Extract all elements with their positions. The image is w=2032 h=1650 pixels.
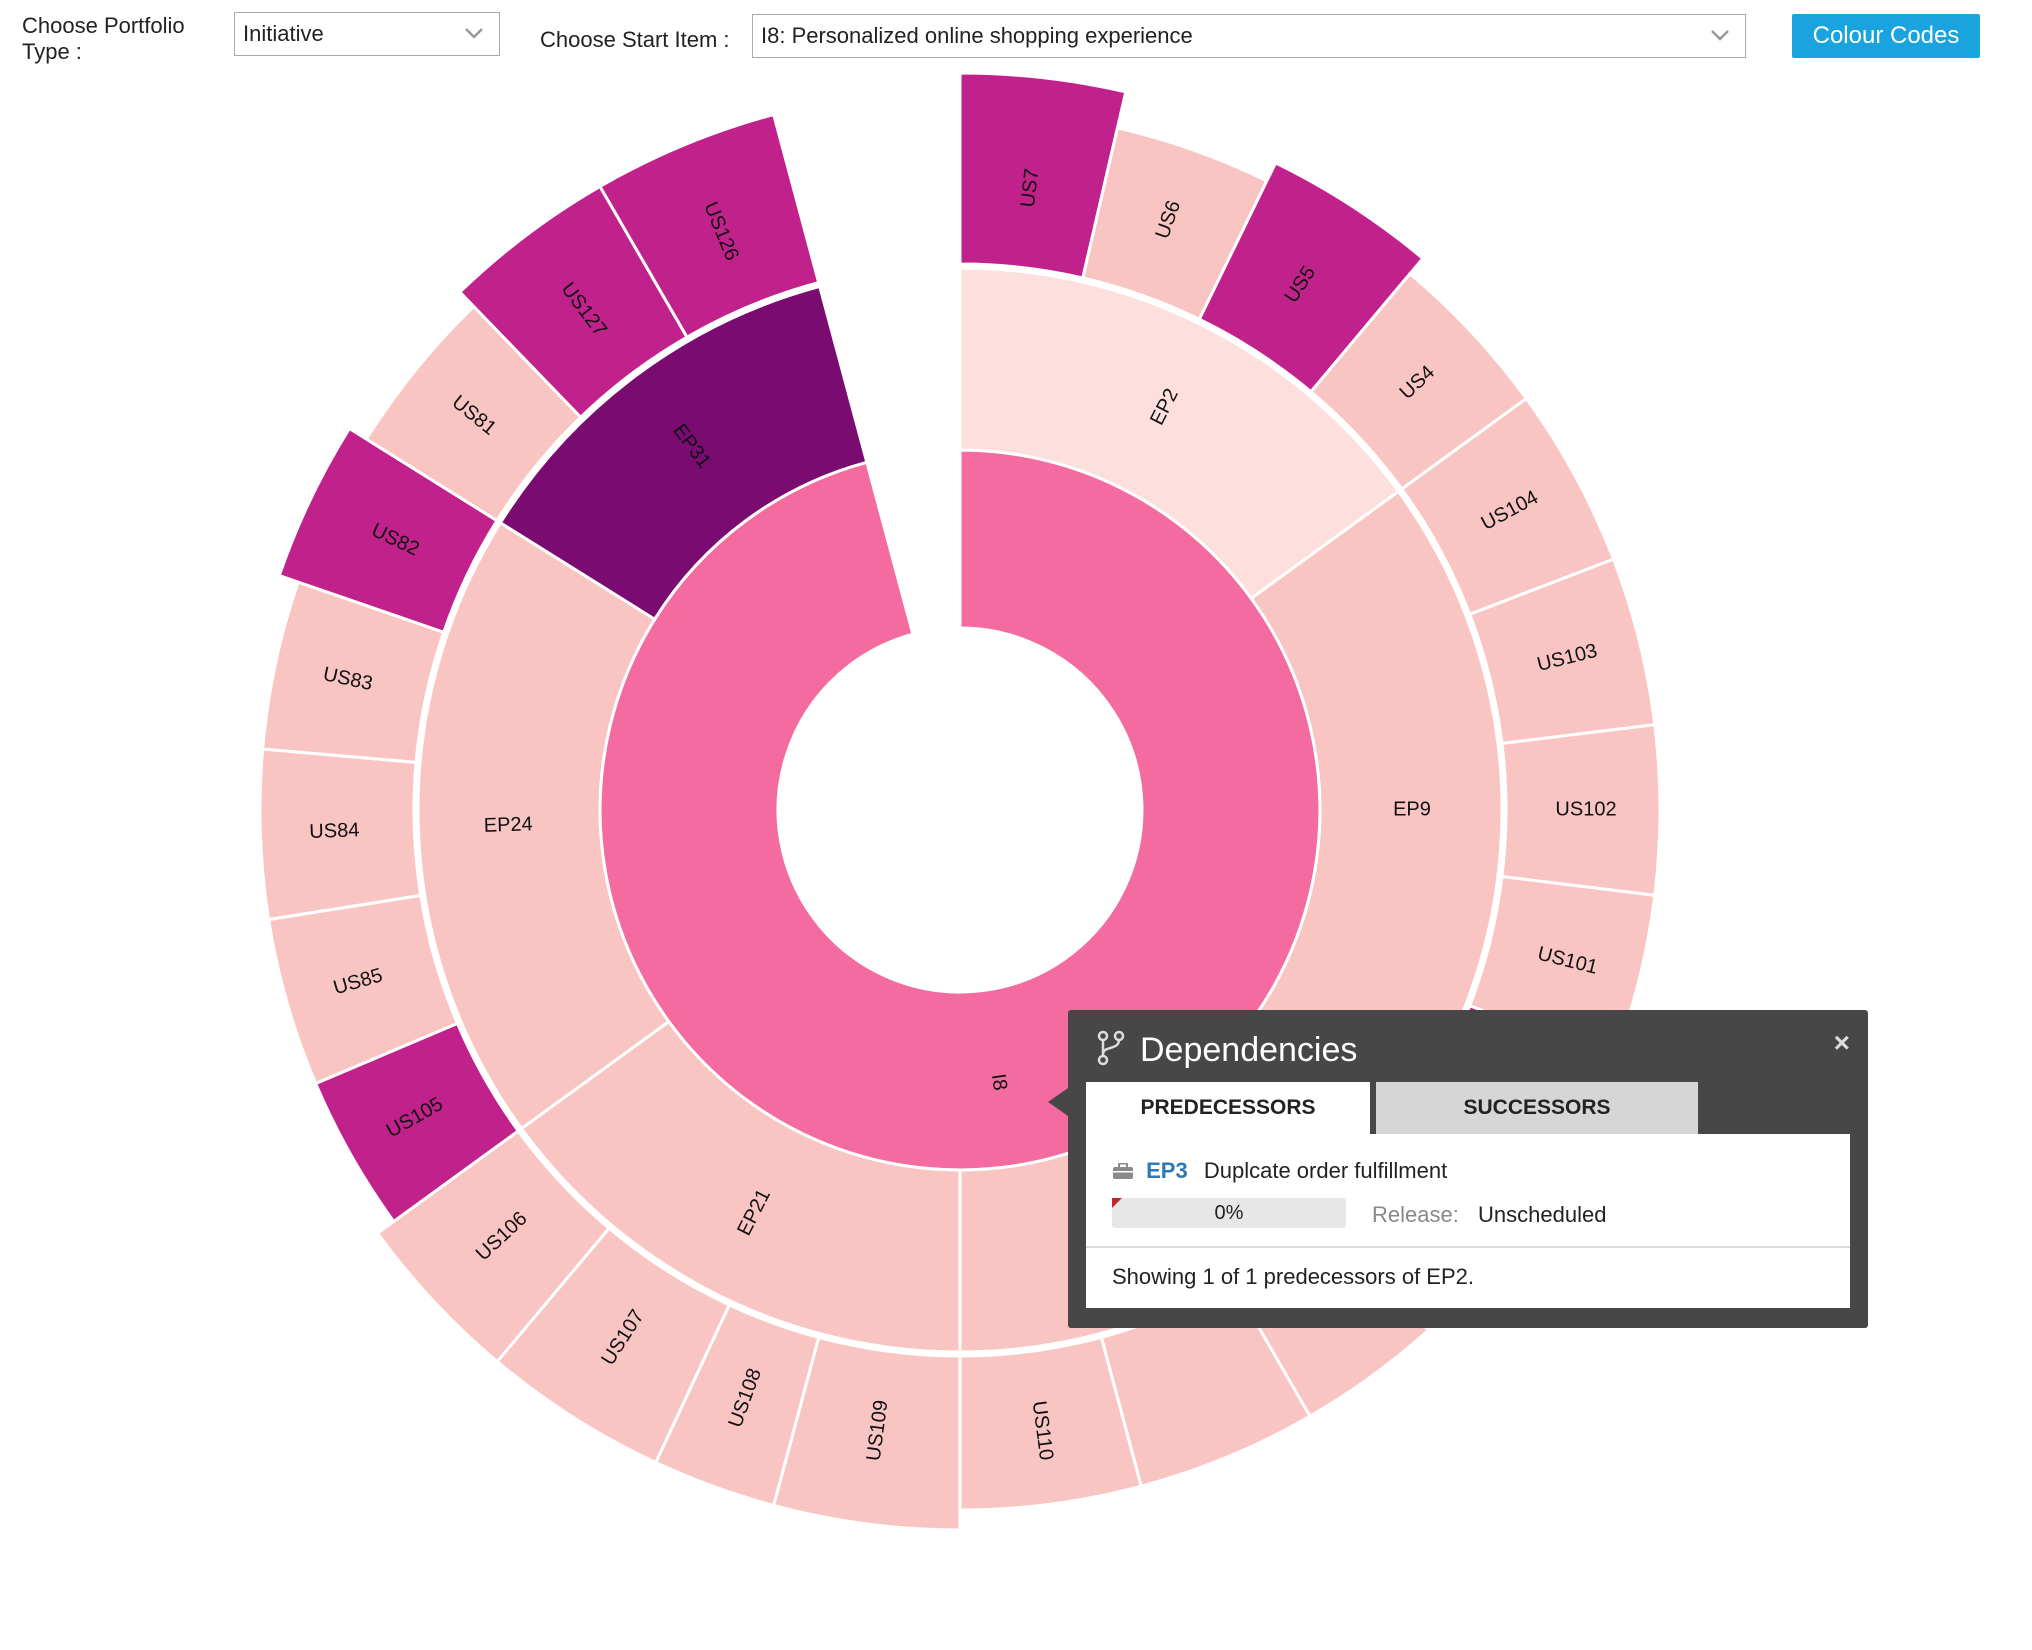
divider	[1086, 1246, 1850, 1248]
sunburst-story-label: US84	[309, 819, 360, 843]
progress-bar: 0%	[1112, 1198, 1346, 1228]
sunburst-epic-label: EP9	[1393, 798, 1431, 820]
popup-pointer	[1048, 1088, 1068, 1116]
tab-predecessors[interactable]: PREDECESSORS	[1086, 1082, 1370, 1134]
dependencies-popup: Dependencies × PREDECESSORS SUCCESSORS E…	[1068, 1010, 1868, 1328]
release-value: Unscheduled	[1478, 1202, 1607, 1227]
sunburst-epic-label: EP24	[483, 813, 533, 837]
dependency-item-name: Duplcate order fulfillment	[1203, 1158, 1448, 1183]
sunburst-root-label: I8	[987, 1072, 1011, 1092]
popup-title: Dependencies	[1140, 1031, 1358, 1069]
sunburst-story-label: US102	[1555, 798, 1616, 820]
sunburst-story-label: US7	[1017, 167, 1043, 208]
predecessors-summary: Showing 1 of 1 predecessors of EP2.	[1112, 1264, 1474, 1289]
briefcase-icon	[1113, 1163, 1133, 1179]
close-icon[interactable]: ×	[1834, 1028, 1850, 1058]
list-item: EP3 Duplcate order fulfillment	[1112, 1156, 1447, 1186]
sunburst-chart: I8EP2EP9EP21EP24EP31US7US6US5US4US104US1…	[258, 71, 1662, 1532]
tab-successors[interactable]: SUCCESSORS	[1376, 1082, 1698, 1134]
branch-icon	[1097, 1030, 1125, 1066]
predecessors-panel: EP3 Duplcate order fulfillment 0% Releas…	[1086, 1134, 1850, 1308]
release-label: Release:	[1372, 1202, 1459, 1227]
dependency-item-id-link[interactable]: EP3	[1146, 1158, 1188, 1183]
progress-text: 0%	[1214, 1202, 1244, 1224]
